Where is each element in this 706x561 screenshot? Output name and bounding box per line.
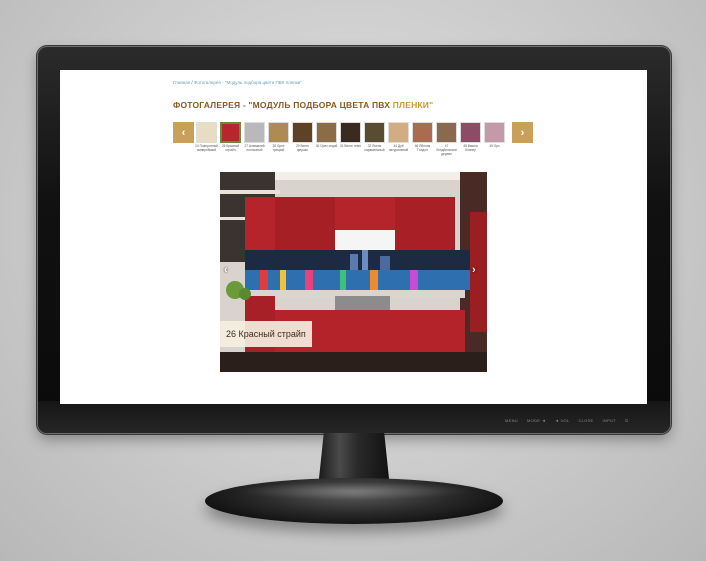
carousel-prev-button[interactable]: ‹ [173,122,194,143]
monitor-button-mode[interactable]: MODE ◄ [527,418,546,423]
swatch-label: 30 Орех седой [315,144,338,148]
swatch-chip[interactable] [268,122,289,143]
page-title-accent: ПЛЕНКИ" [392,100,434,110]
swatch-label: 48 Вишня Клинер [463,144,478,152]
color-swatch[interactable]: 32 Ясень карамельный [364,122,385,156]
swatch-label: 24 Поворотный эмпирейский [195,144,218,152]
chevron-left-icon: ‹ [181,126,186,139]
color-swatch[interactable]: 24 Поворотный эмпирейский [195,122,218,156]
color-swatch[interactable]: 28 Орех грецкий [268,122,289,156]
monitor-button-close[interactable]: CLOSE [578,418,593,423]
breadcrumb-home[interactable]: Главная [173,80,190,85]
page-title: ФОТОГАЛЕРЕЯ - "МОДУЛЬ ПОДБОРА ЦВЕТА ПВХ … [173,100,433,110]
swatch-chip[interactable] [388,122,409,143]
color-swatch[interactable]: 27 Алюминий полосатый [244,122,265,156]
swatch-label: 29 Венге ферако [296,144,309,152]
swatch-label: 44 Дуб натуральный [388,144,409,152]
screen: Главная / Фотогалерея - "Модуль подбора … [60,70,647,404]
color-swatch[interactable]: 29 Венге ферако [292,122,313,156]
swatch-label: 28 Орех грецкий [272,144,285,152]
swatch-chip[interactable] [244,122,265,143]
swatch-chip[interactable] [460,122,481,143]
color-swatch[interactable]: 44 Дуб натуральный [388,122,409,156]
swatch-chip[interactable] [436,122,457,143]
swatch-list: 24 Поворотный эмпирейский 26 Красный стра… [195,122,505,156]
swatch-label: 27 Алюминий полосатый [244,144,265,152]
swatch-label: 32 Ясень карамельный [364,144,385,152]
color-swatch[interactable]: 46 Яблоня Голдон [412,122,433,156]
monitor-button-input[interactable]: INPUT [603,418,617,423]
swatch-chip[interactable] [340,122,361,143]
color-swatch[interactable]: 47 Хендбельское дерево [436,122,457,156]
swatch-chip[interactable] [484,122,505,143]
monitor-button-menu[interactable]: MENU [505,418,518,423]
chevron-right-icon: › [520,126,525,139]
color-swatch[interactable]: 31 Венге темн [340,122,361,156]
monitor-stand-base [205,478,503,524]
color-swatch[interactable]: 49 Орх [484,122,505,156]
chevron-left-icon: ‹ [224,264,228,276]
swatch-chip[interactable] [220,122,241,143]
swatch-label: 49 Орх [489,144,500,148]
swatch-label: 47 Хендбельское дерево [435,144,458,156]
breadcrumb: Главная / Фотогалерея - "Модуль подбора … [173,80,302,85]
swatch-chip[interactable] [412,122,433,143]
breadcrumb-current[interactable]: Фотогалерея - "Модуль подбора цвета ПВХ … [194,80,302,85]
color-swatch[interactable]: 30 Орех седой [316,122,337,156]
gallery-photo: ‹ › 26 Красный страйп [220,172,487,372]
gallery-prev-button[interactable]: ‹ [224,264,228,276]
monitor-button-vol[interactable]: ◄ VOL [555,418,570,423]
swatch-chip[interactable] [364,122,385,143]
swatch-label: 31 Венге темн [340,144,361,148]
page-title-main: ФОТОГАЛЕРЕЯ - "МОДУЛЬ ПОДБОРА ЦВЕТА ПВХ [173,100,391,110]
color-carousel: ‹ 24 Поворотный эмпирейский 26 Красный ст… [173,122,535,162]
swatch-chip[interactable] [196,122,217,143]
color-swatch[interactable]: 26 Красный страйп [220,122,241,156]
monitor-controls: MENU MODE ◄ ◄ VOL CLOSE INPUT ⏻ [505,418,628,423]
chevron-right-icon: › [472,264,476,276]
swatch-chip[interactable] [292,122,313,143]
color-swatch[interactable]: 48 Вишня Клинер [460,122,481,156]
gallery-next-button[interactable]: › [472,264,476,276]
photo-caption: 26 Красный страйп [220,321,312,347]
swatch-label: 46 Яблоня Голдон [414,144,431,152]
swatch-label: 26 Красный страйп [221,144,240,152]
power-icon[interactable]: ⏻ [625,418,628,423]
carousel-next-button[interactable]: › [512,122,533,143]
swatch-chip[interactable] [316,122,337,143]
